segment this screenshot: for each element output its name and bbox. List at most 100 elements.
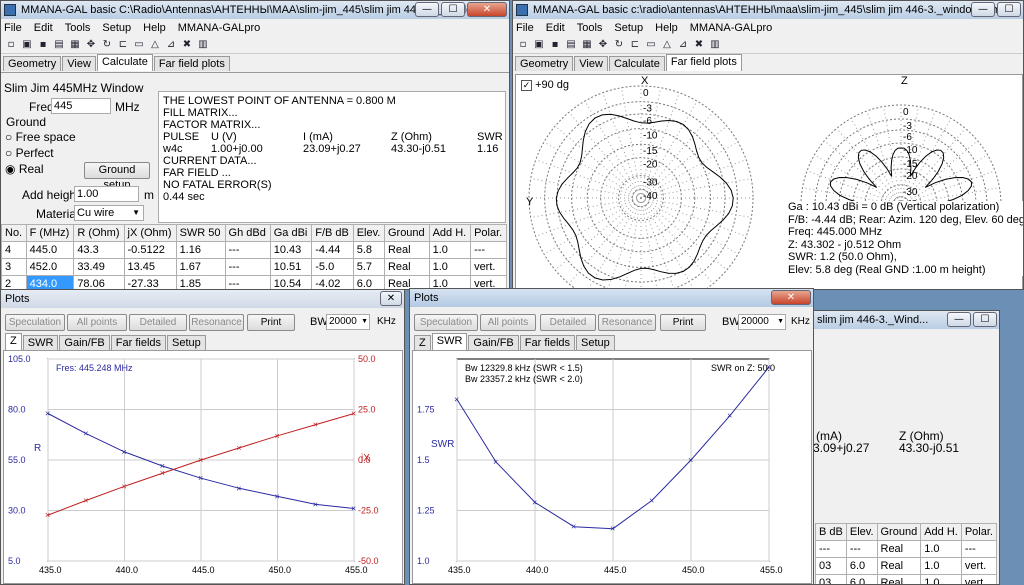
- table-cell[interactable]: 10.51: [269, 258, 313, 276]
- move-icon[interactable]: ✥: [85, 39, 97, 51]
- table-cell[interactable]: -0.5122: [123, 241, 177, 259]
- table-cell[interactable]: 1.67: [175, 258, 226, 276]
- speculation-button[interactable]: Speculation: [5, 314, 65, 331]
- print-icon[interactable]: ▤: [565, 39, 577, 51]
- rotate-icon[interactable]: ↻: [101, 39, 113, 51]
- ground-setup-button[interactable]: Ground setup: [84, 162, 150, 191]
- left-titlebar[interactable]: MMANA-GAL basic C:\Radio\Antennas\АНТЕНН…: [1, 1, 509, 19]
- triangle-icon[interactable]: △: [149, 39, 161, 51]
- radio-perfect[interactable]: ○ Perfect: [5, 146, 54, 160]
- table-row[interactable]: 3 452.0 33.49 13.45 1.67 --- 10.51 -5.0 5.7 Real 1…: [1, 258, 507, 276]
- bg-results-table[interactable]: B dB Elev. Ground Add H. Polar. --- --- Real 1.0…: [815, 523, 997, 584]
- column-header[interactable]: No.: [1, 224, 27, 242]
- menu-item[interactable]: Setup: [102, 22, 131, 34]
- plots2-titlebar[interactable]: Plots ✕: [410, 289, 813, 307]
- close-icon[interactable]: ✕: [380, 291, 402, 306]
- tab[interactable]: Far fields: [110, 335, 167, 350]
- table-cell[interactable]: 1.0: [920, 557, 962, 575]
- resonance-button[interactable]: Resonance: [598, 314, 656, 331]
- tab[interactable]: SWR: [431, 333, 468, 350]
- bg-titlebar[interactable]: slim jim 446-3._Wind... — ☐: [791, 311, 999, 329]
- detailed-button[interactable]: Detailed: [540, 314, 596, 331]
- table-cell[interactable]: 10.43: [269, 241, 313, 259]
- table-cell[interactable]: 1.85: [175, 275, 226, 289]
- table-cell[interactable]: ---: [470, 241, 507, 259]
- tab[interactable]: Far fields: [519, 335, 576, 350]
- table-cell[interactable]: 434.0: [25, 275, 75, 289]
- table-cell[interactable]: -4.02: [311, 275, 354, 289]
- table-cell[interactable]: ---: [960, 540, 997, 558]
- column-header[interactable]: jX (Ohm): [123, 224, 177, 242]
- table-row[interactable]: 03 6.0 Real 1.0 vert.: [815, 574, 997, 584]
- resonance-button[interactable]: Resonance: [189, 314, 244, 331]
- table-cell[interactable]: 6.0: [845, 574, 878, 584]
- table-cell[interactable]: Real: [383, 241, 430, 259]
- table-cell[interactable]: 5.7: [352, 258, 385, 276]
- table-cell[interactable]: 13.45: [123, 258, 177, 276]
- wire-icon[interactable]: ⊏: [629, 39, 641, 51]
- maximize-icon[interactable]: ☐: [997, 2, 1021, 17]
- menu-item[interactable]: Setup: [614, 22, 643, 34]
- all-points-button[interactable]: All points: [480, 314, 536, 331]
- table-cell[interactable]: 1.16: [175, 241, 226, 259]
- grid-icon[interactable]: ▦: [69, 39, 81, 51]
- tab[interactable]: SWR: [22, 335, 59, 350]
- calculator-icon[interactable]: ▥: [197, 39, 209, 51]
- tab[interactable]: Gain/FB: [468, 335, 519, 350]
- print-button[interactable]: Print: [247, 314, 295, 331]
- triangle-icon[interactable]: △: [661, 39, 673, 51]
- print-icon[interactable]: ▤: [53, 39, 65, 51]
- column-header[interactable]: Elev.: [845, 523, 878, 541]
- column-header[interactable]: Ground: [383, 224, 430, 242]
- save-icon[interactable]: ▪: [549, 39, 561, 51]
- plots1-titlebar[interactable]: Plots ✕: [1, 290, 404, 308]
- all-points-button[interactable]: All points: [67, 314, 127, 331]
- new-file-icon[interactable]: ▫: [5, 39, 17, 51]
- wire-icon[interactable]: ⊏: [117, 39, 129, 51]
- menu-item[interactable]: Help: [655, 22, 678, 34]
- speculation-button[interactable]: Speculation: [414, 314, 478, 331]
- radio-free-space[interactable]: ○ Free space: [5, 130, 76, 144]
- right-titlebar[interactable]: MMANA-GAL basic c:\radio\antennas\АНТЕНН…: [513, 1, 1023, 19]
- minimize-icon[interactable]: —: [971, 2, 995, 17]
- print-button[interactable]: Print: [660, 314, 706, 331]
- material-select[interactable]: Cu wire ▼: [74, 205, 144, 221]
- tab[interactable]: Z: [414, 335, 431, 350]
- table-cell[interactable]: 43.3: [73, 241, 125, 259]
- table-cell[interactable]: 2: [1, 275, 27, 289]
- tab[interactable]: Geometry: [515, 56, 574, 71]
- table-row[interactable]: --- --- Real 1.0 ---: [815, 540, 997, 558]
- element-icon[interactable]: ▭: [645, 39, 657, 51]
- radio-real[interactable]: ◉ Real: [5, 162, 44, 176]
- open-icon[interactable]: ▣: [21, 39, 33, 51]
- tab[interactable]: View: [574, 56, 608, 71]
- plot-icon[interactable]: ⊿: [165, 39, 177, 51]
- column-header[interactable]: Ground: [876, 523, 922, 541]
- menu-item[interactable]: Tools: [65, 22, 91, 34]
- table-cell[interactable]: 5.8: [352, 241, 385, 259]
- column-header[interactable]: Gh dBd: [224, 224, 271, 242]
- column-header[interactable]: Add H.: [428, 224, 472, 242]
- new-file-icon[interactable]: ▫: [517, 39, 529, 51]
- bw-select[interactable]: 20000 ▼: [738, 314, 786, 330]
- table-cell[interactable]: 1.0: [428, 241, 472, 259]
- table-cell[interactable]: ---: [224, 258, 271, 276]
- column-header[interactable]: Polar.: [470, 224, 507, 242]
- table-cell[interactable]: Real: [383, 258, 430, 276]
- column-header[interactable]: B dB: [815, 523, 847, 541]
- table-cell[interactable]: vert.: [960, 557, 997, 575]
- column-header[interactable]: Elev.: [352, 224, 385, 242]
- grid-icon[interactable]: ▦: [581, 39, 593, 51]
- table-cell[interactable]: 445.0: [25, 241, 75, 259]
- tab[interactable]: View: [62, 56, 96, 71]
- table-cell[interactable]: 03: [815, 574, 847, 584]
- close-icon[interactable]: ✕: [771, 290, 811, 305]
- element-icon[interactable]: ▭: [133, 39, 145, 51]
- table-cell[interactable]: 10.54: [269, 275, 313, 289]
- table-cell[interactable]: ---: [224, 275, 271, 289]
- menu-item[interactable]: Edit: [34, 22, 53, 34]
- results-table[interactable]: No. F (MHz) R (Ohm) jX (Ohm) SWR 50 Gh dBd Ga …: [1, 224, 507, 289]
- tab[interactable]: Setup: [167, 335, 206, 350]
- table-cell[interactable]: 33.49: [73, 258, 125, 276]
- menu-item[interactable]: File: [516, 22, 534, 34]
